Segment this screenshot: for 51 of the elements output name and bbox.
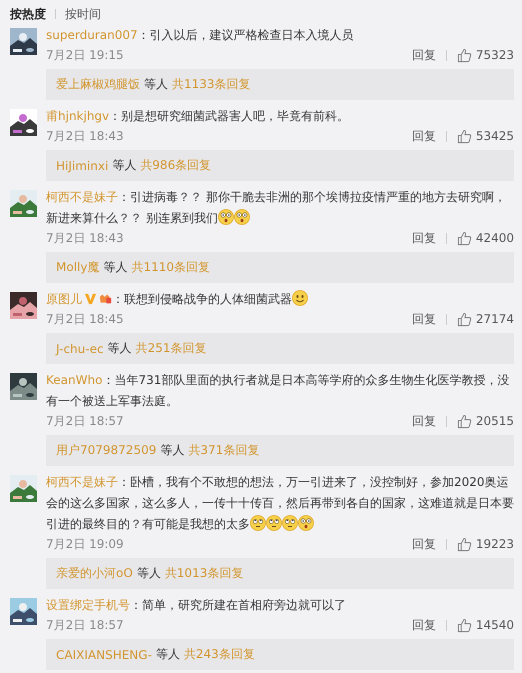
reply-link[interactable]: 回复 xyxy=(412,412,436,430)
reply-link[interactable]: 回复 xyxy=(412,616,436,634)
like-count: 42400 xyxy=(476,231,514,245)
replies-joiner: 等人 xyxy=(136,565,161,582)
like-count: 20515 xyxy=(476,414,514,428)
surprised-emoji-icon xyxy=(298,515,314,531)
comment-text: 原图儿 ：联想到侵略战争的人体细菌武器 xyxy=(46,289,514,310)
comment-time: 7月2日 18:43 xyxy=(46,128,125,144)
comment-text: 柯西不是妹子：引进病毒？？ 那你干脆去非洲的那个埃博拉疫情严重的地方去研究啊，新进来算什么？？ 别连累到我们 xyxy=(46,189,507,227)
like-count: 75323 xyxy=(476,48,514,62)
comment-text: superduran007：引入以后，建议严格检查日本入境人员 xyxy=(46,27,355,44)
thumbs-up-icon[interactable] xyxy=(456,312,472,326)
comment-time: 7月2日 18:57 xyxy=(46,616,125,634)
reply-link[interactable]: 回复 xyxy=(412,536,436,552)
comment-text: 设置绑定手机号：简单，研究所建在首相府旁边就可以了 xyxy=(46,597,347,614)
thumbs-up-icon[interactable] xyxy=(456,48,472,62)
surprised-emoji-icon xyxy=(218,209,234,225)
replies-joiner: 等人 xyxy=(112,157,136,174)
smile-emoji-icon xyxy=(292,290,308,306)
replies-joiner: 等人 xyxy=(108,340,132,357)
reply-link[interactable]: 回复 xyxy=(412,128,436,144)
reply-link[interactable]: 回复 xyxy=(412,46,436,64)
comment-time: 7月2日 18:43 xyxy=(46,230,125,246)
replies-joiner: 等人 xyxy=(144,76,168,93)
comment-time: 7月2日 19:15 xyxy=(46,46,125,64)
like-count: 14540 xyxy=(476,618,514,632)
comment-text: 柯西不是妹子：卧槽，我有个不敢想的想法，万一引进来了，没控制好，参加2020奥运会的这么多国家，这么多人，一传十十传百，然后再带到各自的国家，这难道就是日本要引进的最终目的？有可能是我想的太多 xyxy=(46,474,514,533)
thumbs-up-icon[interactable] xyxy=(456,128,472,144)
comment-time: 7月2日 18:57 xyxy=(46,412,125,430)
like-count: 19223 xyxy=(476,537,514,551)
reply-link[interactable]: 回复 xyxy=(412,230,436,246)
replies-joiner: 等人 xyxy=(103,259,128,276)
replies-joiner: 等人 xyxy=(156,646,180,663)
surprised-emoji-icon xyxy=(234,209,250,225)
sort-tab[interactable]: 按热度 xyxy=(10,6,46,22)
replies-joiner: 等人 xyxy=(160,442,184,459)
comment-text: 甫hjnkjhgv：别是想研究细菌武器害人吧，毕竟有前科。 xyxy=(46,108,350,125)
sort-tab[interactable]: 按时间 xyxy=(65,6,101,22)
eye-roll-emoji-icon xyxy=(282,515,298,531)
thumbs-up-icon[interactable] xyxy=(456,414,472,428)
comment-text: KeanWho：当年731部队里面的执行者就是日本高等学府的众多生物生化医学教授，没有一个被送上军事法庭。 xyxy=(46,372,510,410)
comment-time: 7月2日 18:45 xyxy=(46,310,125,328)
thumbs-up-icon[interactable] xyxy=(456,618,472,632)
like-count: 27174 xyxy=(476,312,514,326)
thumbs-up-icon[interactable] xyxy=(456,536,472,552)
comment-time: 7月2日 19:09 xyxy=(46,536,125,552)
like-count: 53425 xyxy=(476,129,514,143)
thumbs-up-icon[interactable] xyxy=(456,230,472,246)
eye-roll-emoji-icon xyxy=(266,515,282,531)
reply-link[interactable]: 回复 xyxy=(412,310,436,328)
eye-roll-emoji-icon xyxy=(250,515,266,531)
